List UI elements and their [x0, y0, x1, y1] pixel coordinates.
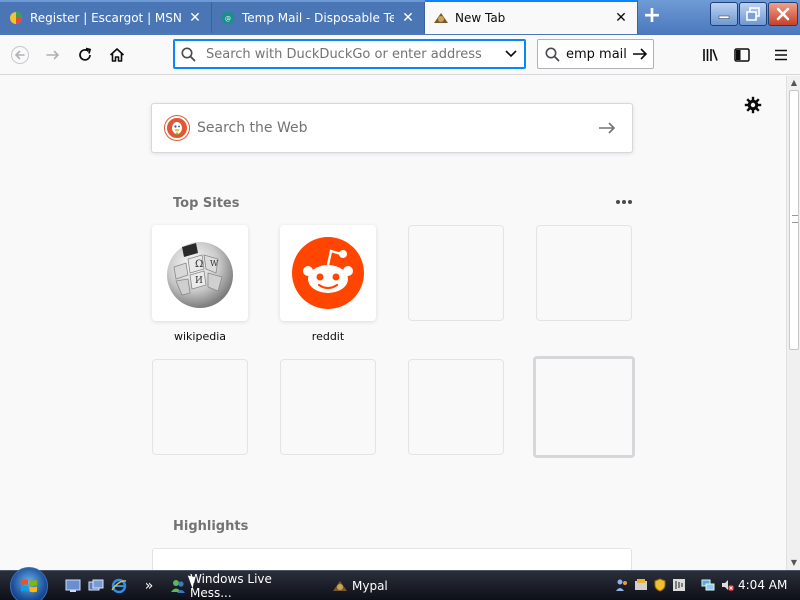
- hamburger-menu-icon: [775, 49, 787, 61]
- top-site-tile-empty-focused[interactable]: [533, 356, 635, 458]
- chevron-down-icon[interactable]: [497, 49, 525, 59]
- search-submit-arrow-icon[interactable]: [582, 121, 632, 135]
- tab-new-tab[interactable]: New Tab ✕: [425, 0, 638, 34]
- duckduckgo-logo-icon: [165, 116, 189, 140]
- library-icon: [703, 49, 718, 61]
- tab-escargot[interactable]: Register | Escargot | MSN Me ✕: [0, 2, 212, 33]
- top-site-tile-wikipedia[interactable]: Ω W И: [152, 225, 248, 321]
- close-icon: [776, 7, 790, 21]
- minimize-button[interactable]: [710, 2, 738, 26]
- quick-launch-overflow-icon[interactable]: »: [140, 577, 158, 595]
- internet-explorer-icon[interactable]: [110, 577, 128, 595]
- more-dot-icon: [628, 200, 632, 204]
- firefox-newtab-icon: [433, 10, 449, 26]
- top-site-tile-empty[interactable]: [408, 225, 504, 321]
- new-tab-page: Top Sites Ω W И wikipedia: [0, 76, 786, 570]
- top-site-label: wikipedia: [173, 330, 226, 343]
- volume-icon[interactable]: [671, 577, 687, 593]
- tab-strip: Register | Escargot | MSN Me ✕ @ Temp Ma…: [0, 0, 800, 35]
- network-icon[interactable]: [700, 577, 716, 593]
- user-accounts-icon[interactable]: [614, 577, 630, 593]
- more-dot-icon: [616, 200, 620, 204]
- close-tab-icon[interactable]: ✕: [613, 10, 629, 26]
- messenger-icon: [170, 578, 186, 594]
- svg-text:Ω: Ω: [195, 259, 203, 270]
- top-sites-title: Top Sites: [173, 196, 240, 211]
- svg-text:И: И: [195, 276, 203, 286]
- tempmail-icon: @: [220, 10, 236, 26]
- more-dot-icon: [622, 200, 626, 204]
- reddit-alien-icon: [292, 237, 364, 309]
- web-search-input[interactable]: [189, 108, 582, 148]
- close-tab-icon[interactable]: ✕: [400, 10, 416, 26]
- escargot-icon: [8, 10, 24, 26]
- sidebar-button[interactable]: [727, 40, 757, 70]
- scroll-down-arrow-icon[interactable]: ▼: [789, 558, 799, 568]
- sidebar-icon: [734, 48, 750, 62]
- close-window-button[interactable]: [768, 2, 798, 26]
- taskbar-button-label: Mypal: [352, 579, 388, 593]
- navigation-toolbar: emp mail: [0, 35, 800, 75]
- forward-arrow-icon: [46, 50, 60, 60]
- go-arrow-icon[interactable]: [627, 47, 653, 61]
- new-tab-button[interactable]: +: [638, 5, 666, 29]
- top-site-tile-empty[interactable]: [280, 359, 376, 455]
- security-alert-icon[interactable]: [633, 577, 649, 593]
- search-input[interactable]: emp mail: [566, 47, 627, 62]
- address-bar[interactable]: [173, 39, 526, 69]
- close-tab-icon[interactable]: ✕: [187, 10, 203, 26]
- mypal-icon: [332, 578, 348, 594]
- switch-windows-icon[interactable]: [87, 577, 105, 595]
- start-button[interactable]: [10, 567, 48, 600]
- page-scrollbar[interactable]: ▲ ▼: [786, 76, 800, 570]
- taskbar-button-label: Windows Live Mess...: [190, 572, 272, 600]
- tab-tempmail[interactable]: @ Temp Mail - Disposable Tem ✕: [212, 2, 425, 33]
- tab-title: New Tab: [455, 11, 506, 25]
- top-site-tile-empty[interactable]: [152, 359, 248, 455]
- restore-icon: [746, 7, 760, 21]
- home-button[interactable]: [102, 40, 132, 70]
- home-icon: [109, 48, 125, 62]
- svg-text:@: @: [225, 15, 231, 22]
- top-site-tile-empty[interactable]: [536, 225, 632, 321]
- taskbar-clock[interactable]: 4:04 AM: [738, 578, 787, 592]
- shield-icon[interactable]: [652, 577, 668, 593]
- wikipedia-globe-icon: Ω W И: [167, 242, 233, 308]
- back-button[interactable]: [5, 40, 35, 70]
- windows-logo-icon: [21, 579, 37, 593]
- menu-button[interactable]: [766, 40, 796, 70]
- scrollbar-thumb[interactable]: [789, 90, 799, 350]
- reload-button[interactable]: [70, 40, 100, 70]
- tab-title: Temp Mail - Disposable Tem: [242, 10, 394, 25]
- window-controls: [709, 2, 798, 26]
- search-bar[interactable]: emp mail: [537, 39, 654, 69]
- reload-icon: [79, 47, 92, 61]
- web-search-box[interactable]: [151, 103, 633, 153]
- system-tray: [614, 577, 735, 593]
- forward-button[interactable]: [38, 40, 68, 70]
- top-site-tile-reddit[interactable]: [280, 225, 376, 321]
- show-desktop-icon[interactable]: [64, 577, 82, 595]
- top-site-tile-empty[interactable]: [408, 359, 504, 455]
- search-icon: [174, 47, 202, 62]
- svg-text:W: W: [210, 259, 219, 268]
- restore-button[interactable]: [739, 2, 767, 26]
- windows-taskbar: » Windows Live Mess... Mypal 4:04 AM: [0, 567, 800, 600]
- highlights-title: Highlights: [173, 519, 249, 534]
- search-icon: [538, 47, 566, 62]
- back-arrow-icon: [11, 46, 29, 64]
- minimize-icon: [718, 15, 730, 19]
- top-site-label: reddit: [311, 330, 345, 343]
- highlight-card[interactable]: [152, 548, 632, 570]
- speaker-muted-icon[interactable]: [719, 577, 735, 593]
- gear-icon: [744, 96, 762, 114]
- taskbar-button-mypal[interactable]: Mypal: [328, 573, 468, 599]
- settings-button[interactable]: [742, 94, 764, 116]
- tab-title: Register | Escargot | MSN Me: [30, 10, 181, 25]
- scroll-up-arrow-icon[interactable]: ▲: [789, 78, 799, 88]
- library-button[interactable]: [696, 40, 726, 70]
- top-sites-menu-button[interactable]: [612, 194, 636, 210]
- scrollbar-grip-icon: [792, 215, 798, 223]
- address-input[interactable]: [202, 41, 497, 67]
